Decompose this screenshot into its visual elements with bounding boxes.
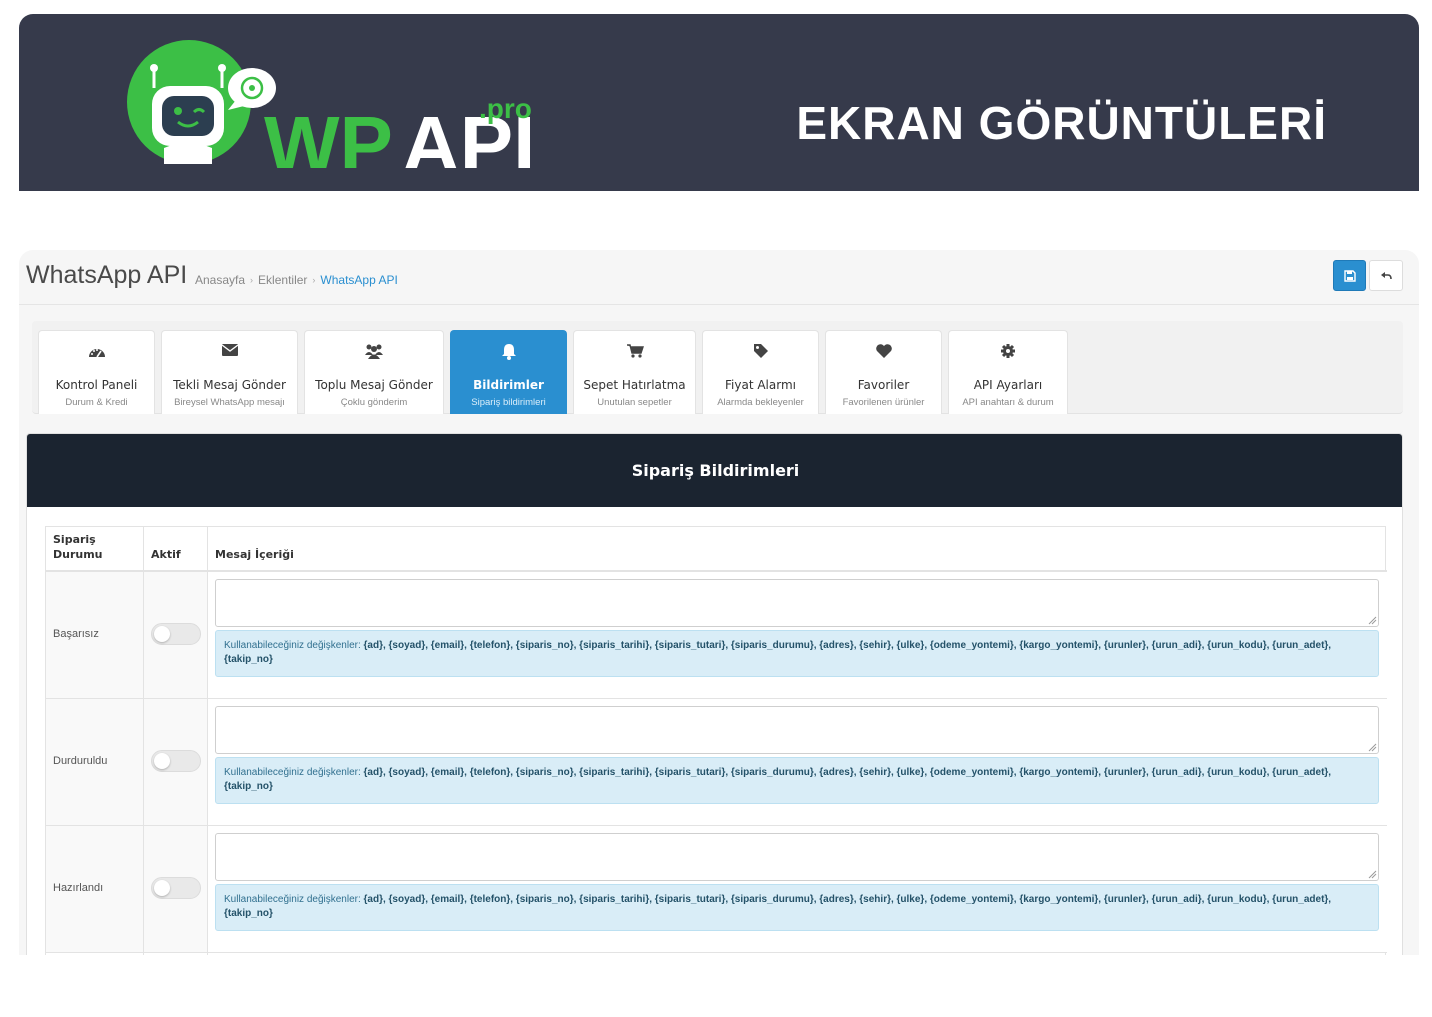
toggle-knob [154,626,170,642]
tab-label: Kontrol Paneli [55,378,138,392]
tab-favorites[interactable]: Favoriler Favorilenen ürünler [825,330,942,414]
promo-banner: WP API .pro EKRAN GÖRÜNTÜLERİ [19,14,1419,191]
tab-cart-reminder[interactable]: Sepet Hatırlatma Unutulan sepetler [573,330,696,414]
column-header-message: Mesaj İçeriği [208,527,1387,572]
bell-icon [501,344,516,360]
breadcrumb: Anasayfa › Eklentiler › WhatsApp API [195,273,398,287]
notifications-table: Sipariş Durumu Aktif Mesaj İçeriği Başar… [45,526,1387,955]
app-window: WhatsApp API Anasayfa › Eklentiler › Wha… [19,250,1419,955]
tab-label: Tekli Mesaj Gönder [173,378,286,392]
users-icon [365,344,383,359]
gear-icon [1001,344,1015,358]
reply-arrow-icon [1381,271,1392,279]
tab-label: Fiyat Alarmı [725,378,796,392]
column-divider [143,527,144,955]
page-header: WhatsApp API Anasayfa › Eklentiler › Wha… [19,250,1419,305]
order-status-label: Hazırlandı [53,882,104,894]
breadcrumb-current[interactable]: WhatsApp API [320,273,397,287]
wpapi-logo: WP API .pro [124,38,544,168]
tab-api-settings[interactable]: API Ayarları API anahtarı & durum [948,330,1068,414]
tab-subtitle: Çoklu gönderim [340,397,408,408]
tab-subtitle: Bireysel WhatsApp mesajı [174,397,285,408]
active-toggle[interactable] [151,877,201,899]
tab-label: Favoriler [857,378,910,392]
envelope-icon [221,344,238,356]
heart-icon [875,344,892,358]
breadcrumb-separator: › [312,275,316,285]
logo-wp-text: WP [264,100,393,168]
panel-title: Sipariş Bildirimleri [631,461,800,480]
table-row: Hazırlandı Kullanabileceğiniz değişkenle… [46,826,1387,953]
back-button[interactable] [1369,260,1403,291]
floppy-disk-icon [1343,269,1356,282]
tab-notifications[interactable]: Bildirimler Sipariş bildirimleri [450,330,567,414]
tab-price-alarm[interactable]: Fiyat Alarmı Alarmda bekleyenler [702,330,819,414]
toggle-knob [154,753,170,769]
tab-label: API Ayarları [973,378,1043,392]
toggle-knob [154,880,170,896]
order-status-label: Durduruldu [53,755,108,767]
tab-subtitle: API anahtarı & durum [962,397,1054,408]
variables-hint: Kullanabileceğiniz değişkenler: {ad}, {s… [215,757,1379,804]
panel-header: Sipariş Bildirimleri [27,434,1402,507]
tab-subtitle: Favorilenen ürünler [842,397,925,408]
tab-bar: Kontrol Paneli Durum & Kredi Tekli Mesaj… [32,321,1403,414]
tab-subtitle: Sipariş bildirimleri [471,397,546,408]
tab-bulk-message[interactable]: Toplu Mesaj Gönder Çoklu gönderim [304,330,444,414]
tab-single-message[interactable]: Tekli Mesaj Gönder Bireysel WhatsApp mes… [161,330,298,414]
order-status-label: Başarısız [53,628,99,640]
logo-pro-text: .pro [479,93,532,124]
resize-grip-icon[interactable] [1368,616,1377,625]
resize-grip-icon[interactable] [1368,870,1377,879]
message-textarea[interactable] [215,706,1379,754]
tab-label: Sepet Hatırlatma [583,378,686,392]
table-row: Başarısız Kullanabileceğiniz değişkenler… [46,572,1387,699]
tag-icon [753,344,768,358]
message-textarea[interactable] [215,833,1379,881]
page-title: WhatsApp API [26,261,188,289]
active-toggle[interactable] [151,750,201,772]
table-row: Durduruldu Kullanabileceğiniz değişkenle… [46,699,1387,826]
message-textarea[interactable] [215,579,1379,627]
variables-hint: Kullanabileceğiniz değişkenler: {ad}, {s… [215,630,1379,677]
tab-label: Bildirimler [473,378,544,392]
column-header-active: Aktif [144,527,208,572]
breadcrumb-separator: › [250,275,254,285]
tab-dashboard[interactable]: Kontrol Paneli Durum & Kredi [38,330,155,414]
dashboard-icon [88,349,105,358]
active-toggle[interactable] [151,623,201,645]
tab-label: Toplu Mesaj Gönder [315,378,433,392]
save-button[interactable] [1333,260,1366,291]
tab-subtitle: Alarmda bekleyenler [717,397,804,408]
tab-subtitle: Durum & Kredi [65,397,128,408]
breadcrumb-home[interactable]: Anasayfa [195,273,245,287]
cart-icon [626,344,644,358]
tab-subtitle: Unutulan sepetler [597,397,672,408]
banner-title: EKRAN GÖRÜNTÜLERİ [796,97,1327,149]
column-header-status: Sipariş Durumu [46,527,144,572]
column-divider [207,527,208,955]
variables-hint: Kullanabileceğiniz değişkenler: {ad}, {s… [215,884,1379,931]
resize-grip-icon[interactable] [1368,743,1377,752]
notifications-panel: Sipariş Bildirimleri Sipariş Durumu Akti… [26,433,1403,955]
breadcrumb-extensions[interactable]: Eklentiler [258,273,307,287]
